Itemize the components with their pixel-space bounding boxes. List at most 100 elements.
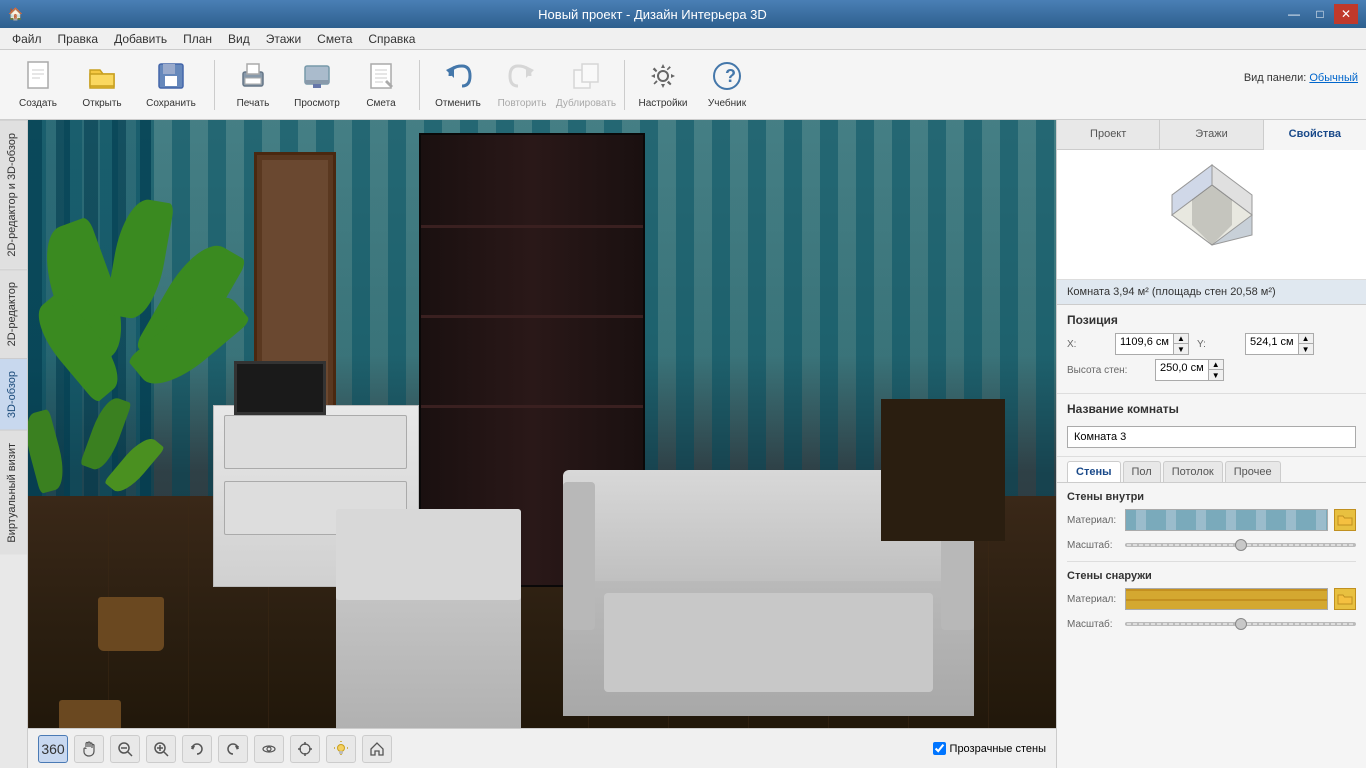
- sidetab-3d[interactable]: 3D-обзор: [0, 358, 27, 430]
- tab-properties[interactable]: Свойства: [1264, 120, 1366, 150]
- y-spin-up[interactable]: ▲: [1299, 334, 1313, 344]
- undo-button[interactable]: Отменить: [428, 55, 488, 115]
- duplicate-label: Дублировать: [556, 98, 616, 109]
- walls-outside-scale-slider[interactable]: [1125, 616, 1356, 632]
- position-row: X: 1109,6 см ▲ ▼ Y: 524,1 см ▲ ▼: [1067, 333, 1356, 355]
- menu-help[interactable]: Справка: [360, 30, 423, 48]
- view-btn-home[interactable]: [362, 735, 392, 763]
- redo-button[interactable]: Повторить: [492, 55, 552, 115]
- titlebar: 🏠 Новый проект - Дизайн Интерьера 3D — □…: [0, 0, 1366, 28]
- view-btn-zoom-out[interactable]: [110, 735, 140, 763]
- h-spinners: ▲ ▼: [1208, 360, 1223, 380]
- walls-outside-material-label: Материал:: [1067, 594, 1119, 605]
- minimize-button[interactable]: —: [1282, 4, 1306, 24]
- view-btn-light[interactable]: [326, 735, 356, 763]
- view-btn-hand[interactable]: [74, 735, 104, 763]
- x-spin-up[interactable]: ▲: [1174, 334, 1188, 344]
- toolbar-separator-1: [214, 60, 215, 110]
- preview-button[interactable]: Просмотр: [287, 55, 347, 115]
- svg-text:?: ?: [725, 66, 736, 86]
- titlebar-left: 🏠: [8, 7, 23, 21]
- menu-view[interactable]: Вид: [220, 30, 258, 48]
- view-btn-360[interactable]: 360: [38, 735, 68, 763]
- h-spin-down[interactable]: ▼: [1209, 370, 1223, 380]
- scale-thumb-inside[interactable]: [1235, 539, 1247, 551]
- estimate-button[interactable]: Смета: [351, 55, 411, 115]
- maximize-button[interactable]: □: [1308, 4, 1332, 24]
- walls-inside-scale-row: Масштаб:: [1067, 537, 1356, 553]
- open-button[interactable]: Открыть: [72, 55, 132, 115]
- close-button[interactable]: ✕: [1334, 4, 1358, 24]
- walls-inside-section: Стены внутри Материал: Масштаб:: [1057, 483, 1366, 561]
- transparent-walls-checkbox[interactable]: [933, 742, 946, 755]
- menu-file[interactable]: Файл: [4, 30, 50, 48]
- walls-inside-material-folder[interactable]: [1334, 509, 1356, 531]
- save-icon: [155, 60, 187, 96]
- x-spin-down[interactable]: ▼: [1174, 344, 1188, 354]
- print-button[interactable]: Печать: [223, 55, 283, 115]
- sidetab-2d[interactable]: 2D-редактор: [0, 269, 27, 358]
- menu-edit[interactable]: Правка: [50, 30, 107, 48]
- view-btn-rotate-left[interactable]: [182, 735, 212, 763]
- menu-estimate[interactable]: Смета: [309, 30, 360, 48]
- toolbar: Создать Открыть Сохранить Печать Просмот…: [0, 50, 1366, 120]
- settings-button[interactable]: Настройки: [633, 55, 693, 115]
- menu-add[interactable]: Добавить: [106, 30, 175, 48]
- panel-style-value[interactable]: Обычный: [1309, 72, 1358, 84]
- sidetab-2d3d[interactable]: 2D-редактор и 3D-обзор: [0, 120, 27, 269]
- walls-outside-material-row: Материал:: [1067, 588, 1356, 610]
- tv: [234, 361, 326, 415]
- menu-floors[interactable]: Этажи: [258, 30, 309, 48]
- height-row: Высота стен: 250,0 см ▲ ▼: [1067, 359, 1356, 381]
- toolbar-separator-2: [419, 60, 420, 110]
- walls-outside-section: Стены снаружи Материал: Масштаб:: [1057, 562, 1366, 640]
- save-label: Сохранить: [146, 98, 196, 109]
- y-spin-down[interactable]: ▼: [1299, 344, 1313, 354]
- titlebar-controls: — □ ✕: [1282, 4, 1358, 24]
- inner-tab-other[interactable]: Прочее: [1225, 461, 1281, 482]
- tab-floors[interactable]: Этажи: [1160, 120, 1263, 149]
- duplicate-button[interactable]: Дублировать: [556, 55, 616, 115]
- walls-outside-material-preview[interactable]: [1125, 588, 1328, 610]
- transparent-walls-row: Прозрачные стены: [933, 742, 1046, 755]
- view-btn-orbit[interactable]: [254, 735, 284, 763]
- inner-tab-walls[interactable]: Стены: [1067, 461, 1121, 482]
- walls-inside-scale-label: Масштаб:: [1067, 540, 1119, 551]
- room-name-input[interactable]: [1067, 426, 1356, 448]
- scale-thumb-outside[interactable]: [1235, 618, 1247, 630]
- x-label: X:: [1067, 339, 1107, 350]
- inner-tab-floor[interactable]: Пол: [1123, 461, 1161, 482]
- leaf-s1: [28, 408, 69, 493]
- walls-inside-scale-slider[interactable]: [1125, 537, 1356, 553]
- estimate-label: Смета: [366, 98, 395, 109]
- panel-style-selector: Вид панели: Обычный: [1244, 72, 1358, 84]
- settings-icon: [647, 60, 679, 96]
- sofa-armrest-left: [563, 482, 596, 630]
- walls-outside-material-texture: [1126, 589, 1327, 609]
- shelf-3: [421, 405, 643, 408]
- view-btn-rotate-right[interactable]: [218, 735, 248, 763]
- tab-project[interactable]: Проект: [1057, 120, 1160, 149]
- inner-tab-ceiling[interactable]: Потолок: [1163, 461, 1223, 482]
- create-button[interactable]: Создать: [8, 55, 68, 115]
- walls-inside-material-preview[interactable]: [1125, 509, 1328, 531]
- view-btn-pan[interactable]: [290, 735, 320, 763]
- view-3d[interactable]: 360: [28, 120, 1056, 768]
- create-icon: [22, 60, 54, 96]
- save-button[interactable]: Сохранить: [136, 55, 206, 115]
- inner-tabs: Стены Пол Потолок Прочее: [1057, 457, 1366, 483]
- sidetab-virtual[interactable]: Виртуальный визит: [0, 430, 27, 555]
- sidetabs: 2D-редактор и 3D-обзор 2D-редактор 3D-об…: [0, 120, 28, 768]
- view-btn-zoom-in[interactable]: [146, 735, 176, 763]
- print-icon: [237, 60, 269, 96]
- walls-outside-material-folder[interactable]: [1334, 588, 1356, 610]
- window-title: Новый проект - Дизайн Интерьера 3D: [23, 7, 1282, 22]
- y-input-wrap: 524,1 см ▲ ▼: [1245, 333, 1314, 355]
- h-spin-up[interactable]: ▲: [1209, 360, 1223, 370]
- room-preview-svg: [1147, 160, 1277, 270]
- duplicate-icon: [570, 60, 602, 96]
- menu-plan[interactable]: План: [175, 30, 220, 48]
- tutorial-button[interactable]: ? Учебник: [697, 55, 757, 115]
- room-info-text: Комната 3,94 м² (площадь стен 20,58 м²): [1067, 286, 1276, 298]
- menubar: Файл Правка Добавить План Вид Этажи Смет…: [0, 28, 1366, 50]
